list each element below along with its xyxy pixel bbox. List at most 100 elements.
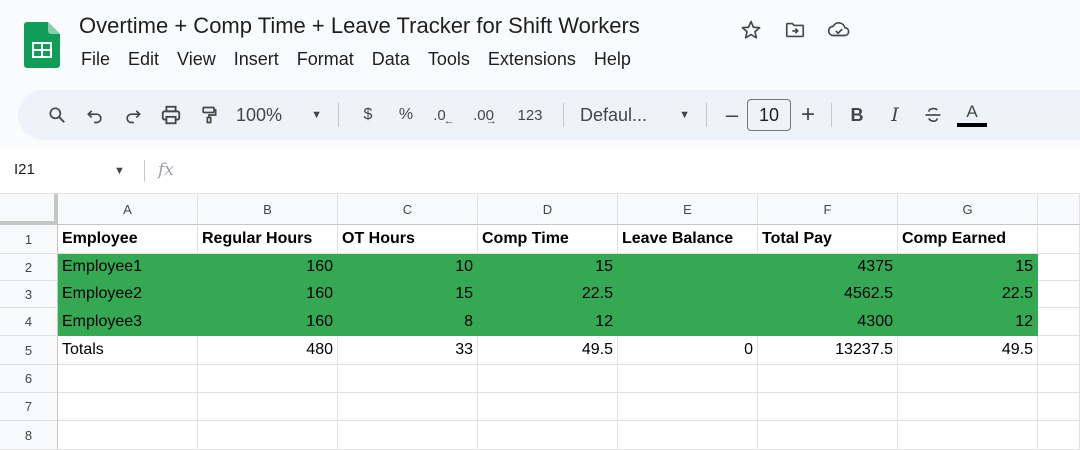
cell-g8[interactable] — [898, 421, 1038, 450]
move-to-folder-icon[interactable] — [781, 16, 809, 44]
zoom-select[interactable]: 100% ▼ — [228, 99, 328, 131]
undo-icon[interactable] — [76, 99, 114, 131]
totals-cell-a5[interactable]: Totals — [58, 336, 198, 365]
cell-d6[interactable] — [478, 365, 618, 393]
cell-h1[interactable] — [1038, 225, 1080, 254]
data-cell-g3[interactable]: 22.5 — [898, 281, 1038, 308]
menu-extensions[interactable]: Extensions — [479, 47, 585, 72]
row-header-5[interactable]: 5 — [0, 336, 58, 365]
strikethrough-icon[interactable] — [914, 99, 952, 131]
totals-cell-b5[interactable]: 480 — [198, 336, 338, 365]
column-header-f[interactable]: F — [758, 194, 898, 225]
header-cell-f1[interactable]: Total Pay — [758, 225, 898, 254]
header-cell-d1[interactable]: Comp Time — [478, 225, 618, 254]
cloud-status-icon[interactable] — [825, 16, 853, 44]
font-size-input[interactable]: 10 — [747, 99, 791, 131]
menu-format[interactable]: Format — [288, 47, 363, 72]
cell-a6[interactable] — [58, 365, 198, 393]
data-cell-c4[interactable]: 8 — [338, 308, 478, 336]
column-header-a[interactable]: A — [58, 194, 198, 225]
totals-cell-c5[interactable]: 33 — [338, 336, 478, 365]
cell-b6[interactable] — [198, 365, 338, 393]
totals-cell-g5[interactable]: 49.5 — [898, 336, 1038, 365]
cell-d8[interactable] — [478, 421, 618, 450]
name-box[interactable]: I21 — [14, 161, 35, 178]
row-header-1[interactable]: 1 — [0, 225, 58, 254]
cell-h7[interactable] — [1038, 393, 1080, 421]
cell-e8[interactable] — [618, 421, 758, 450]
data-cell-a4[interactable]: Employee3 — [58, 308, 198, 336]
menu-help[interactable]: Help — [585, 47, 640, 72]
cell-a7[interactable] — [58, 393, 198, 421]
data-cell-f2[interactable]: 4375 — [758, 254, 898, 281]
increase-decimal-button[interactable]: .00 → — [463, 99, 507, 131]
format-percent-button[interactable]: % — [387, 99, 425, 131]
cell-c8[interactable] — [338, 421, 478, 450]
cell-f6[interactable] — [758, 365, 898, 393]
data-cell-a2[interactable]: Employee1 — [58, 254, 198, 281]
cell-c7[interactable] — [338, 393, 478, 421]
data-cell-d4[interactable]: 12 — [478, 308, 618, 336]
cell-c6[interactable] — [338, 365, 478, 393]
cell-d7[interactable] — [478, 393, 618, 421]
select-all-corner[interactable] — [0, 194, 58, 225]
data-cell-d2[interactable]: 15 — [478, 254, 618, 281]
data-cell-e4[interactable] — [618, 308, 758, 336]
data-cell-e2[interactable] — [618, 254, 758, 281]
column-header-g[interactable]: G — [898, 194, 1038, 225]
totals-cell-d5[interactable]: 49.5 — [478, 336, 618, 365]
menu-insert[interactable]: Insert — [225, 47, 288, 72]
row-header-8[interactable]: 8 — [0, 421, 58, 450]
column-header-h[interactable] — [1038, 194, 1080, 225]
bold-button[interactable]: B — [838, 99, 876, 131]
cell-h3[interactable] — [1038, 281, 1080, 308]
data-cell-b4[interactable]: 160 — [198, 308, 338, 336]
italic-button[interactable]: I — [876, 99, 914, 131]
column-header-b[interactable]: B — [198, 194, 338, 225]
header-cell-e1[interactable]: Leave Balance — [618, 225, 758, 254]
increase-font-size-button[interactable]: + — [791, 99, 825, 131]
print-icon[interactable] — [152, 99, 190, 131]
format-currency-button[interactable]: $ — [349, 99, 387, 131]
column-header-e[interactable]: E — [618, 194, 758, 225]
row-header-7[interactable]: 7 — [0, 393, 58, 421]
data-cell-c2[interactable]: 10 — [338, 254, 478, 281]
row-header-4[interactable]: 4 — [0, 308, 58, 336]
header-cell-b1[interactable]: Regular Hours — [198, 225, 338, 254]
menu-file[interactable]: File — [72, 47, 119, 72]
cell-e7[interactable] — [618, 393, 758, 421]
star-icon[interactable] — [737, 16, 765, 44]
row-header-3[interactable]: 3 — [0, 281, 58, 308]
data-cell-f3[interactable]: 4562.5 — [758, 281, 898, 308]
decrease-font-size-button[interactable]: – — [717, 99, 747, 131]
menu-data[interactable]: Data — [363, 47, 419, 72]
menu-edit[interactable]: Edit — [119, 47, 168, 72]
cell-b7[interactable] — [198, 393, 338, 421]
data-cell-a3[interactable]: Employee2 — [58, 281, 198, 308]
column-header-c[interactable]: C — [338, 194, 478, 225]
cell-h4[interactable] — [1038, 308, 1080, 336]
data-cell-f4[interactable]: 4300 — [758, 308, 898, 336]
cell-b8[interactable] — [198, 421, 338, 450]
data-cell-b2[interactable]: 160 — [198, 254, 338, 281]
more-formats-button[interactable]: 123 — [507, 99, 553, 131]
totals-cell-e5[interactable]: 0 — [618, 336, 758, 365]
sheets-logo-icon[interactable] — [24, 22, 60, 68]
header-cell-g1[interactable]: Comp Earned — [898, 225, 1038, 254]
header-cell-a1[interactable]: Employee — [58, 225, 198, 254]
cell-h2[interactable] — [1038, 254, 1080, 281]
document-title[interactable]: Overtime + Comp Time + Leave Tracker for… — [79, 13, 640, 39]
data-cell-g4[interactable]: 12 — [898, 308, 1038, 336]
data-cell-d3[interactable]: 22.5 — [478, 281, 618, 308]
data-cell-e3[interactable] — [618, 281, 758, 308]
cell-h8[interactable] — [1038, 421, 1080, 450]
data-cell-b3[interactable]: 160 — [198, 281, 338, 308]
cell-h6[interactable] — [1038, 365, 1080, 393]
cell-e6[interactable] — [618, 365, 758, 393]
font-select[interactable]: Defaul... ▼ — [574, 99, 696, 131]
text-color-button[interactable]: A — [952, 99, 992, 131]
data-cell-g2[interactable]: 15 — [898, 254, 1038, 281]
row-header-2[interactable]: 2 — [0, 254, 58, 281]
chevron-down-icon[interactable]: ▼ — [114, 165, 125, 177]
totals-cell-f5[interactable]: 13237.5 — [758, 336, 898, 365]
